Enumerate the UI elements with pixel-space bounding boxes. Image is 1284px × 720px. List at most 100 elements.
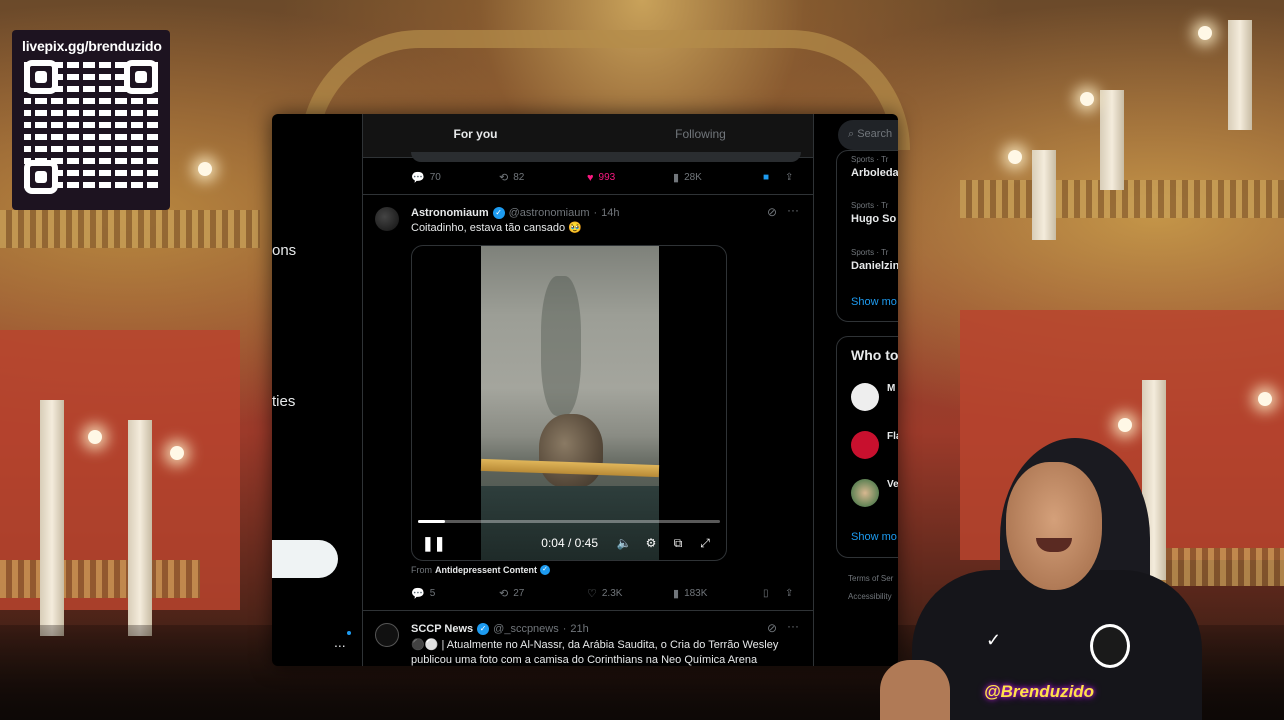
reply-count: 5: [429, 588, 436, 599]
share-icon[interactable]: ⇪: [785, 588, 793, 599]
column: [1228, 20, 1252, 130]
video-time: 0:04 / 0:45: [541, 536, 598, 550]
verified-badge-icon: ✓: [540, 565, 551, 575]
video-progress-fill: [418, 520, 446, 523]
views-icon: ▮: [673, 588, 680, 600]
post-button[interactable]: [272, 540, 338, 578]
dot-separator: ·: [562, 623, 567, 635]
pause-icon[interactable]: ❚❚: [422, 535, 445, 552]
left-lower-balcony: [0, 560, 200, 598]
dot-separator: ·: [593, 207, 598, 219]
qr-code[interactable]: [24, 60, 158, 194]
avatar[interactable]: [851, 479, 879, 507]
bookmark-icon[interactable]: ▯: [763, 588, 785, 599]
repost-button[interactable]: ⟲ 27: [499, 587, 587, 600]
qr-url-label: livepix.gg/brenduzido: [22, 38, 162, 54]
repost-icon: ⟲: [499, 172, 509, 184]
post-time[interactable]: 14h: [601, 207, 619, 219]
previous-post-media[interactable]: [411, 152, 801, 162]
author-name[interactable]: Astronomiaum: [411, 207, 489, 219]
video-source: From Antidepressent Content ✓: [411, 565, 551, 575]
views-icon: ▮: [673, 172, 680, 184]
trend-item[interactable]: Danielzin: [851, 260, 898, 272]
views-button[interactable]: ▮ 28K: [673, 171, 763, 184]
pip-icon[interactable]: ⧉: [667, 536, 689, 551]
reply-icon: 💬: [411, 588, 425, 600]
left-balcony: [0, 210, 260, 248]
column: [40, 400, 64, 636]
video-player[interactable]: ❚❚ 0:04 / 0:45 🔈 ⚙ ⧉ ⤢: [411, 245, 727, 561]
post-text: ⚫⚪ | Atualmente no Al-Nassr, da Arábia S…: [411, 639, 779, 666]
settings-icon[interactable]: ⚙: [640, 536, 662, 550]
view-count: 28K: [684, 172, 702, 183]
video-frame: [480, 246, 660, 560]
grok-icon[interactable]: ⊘: [767, 621, 777, 635]
reply-button[interactable]: 💬 70: [411, 171, 499, 184]
avatar[interactable]: [375, 207, 399, 231]
bookmark-filled-icon[interactable]: ■: [763, 172, 785, 183]
heart-filled-icon: ♥: [587, 171, 594, 184]
avatar[interactable]: [375, 623, 399, 647]
repost-count: 27: [513, 588, 525, 599]
trend-item[interactable]: Arboleda: [851, 167, 898, 179]
like-button[interactable]: ♥ 993: [587, 172, 673, 184]
search-input[interactable]: ⌕ Search: [838, 120, 898, 150]
post-text: Coitadinho, estava tão cansado 🥹: [411, 222, 582, 234]
wall-stain: [541, 276, 581, 416]
donation-qr-panel: livepix.gg/brenduzido: [12, 30, 170, 210]
trend-category: Sports · Tr: [851, 201, 889, 210]
suggestion-name[interactable]: M: [887, 383, 895, 394]
left-nav: ons ties ...: [272, 114, 363, 666]
verified-badge-icon: ✓: [477, 623, 490, 635]
tab-for-you[interactable]: For you: [363, 114, 588, 157]
account-more-icon[interactable]: ...: [334, 634, 346, 650]
column: [1100, 90, 1124, 190]
search-placeholder: Search: [857, 128, 893, 140]
post-header: SCCP News ✓ @_sccpnews · 21h: [411, 623, 589, 635]
nav-item-communities-2[interactable]: ties: [272, 393, 295, 410]
cat-image: [539, 414, 603, 488]
repost-button[interactable]: ⟲ 82: [499, 171, 587, 184]
author-handle[interactable]: @_sccpnews: [493, 623, 559, 635]
author-name[interactable]: SCCP News: [411, 623, 473, 635]
video-progress-bar[interactable]: [418, 520, 720, 523]
column: [1032, 150, 1056, 240]
trend-item[interactable]: Hugo So: [851, 213, 896, 225]
who-to-follow-title: Who to: [851, 347, 898, 363]
views-button[interactable]: ▮ 183K: [673, 587, 763, 600]
column: [128, 420, 152, 636]
mute-icon[interactable]: 🔈: [613, 536, 635, 550]
fullscreen-icon[interactable]: ⤢: [694, 536, 716, 551]
post-actions: 💬 5 ⟲ 27 ♡ 2.3K ▮ 183K ▯ ⇪: [411, 587, 801, 600]
reply-count: 70: [429, 172, 441, 183]
grok-icon[interactable]: ⊘: [767, 205, 777, 219]
reply-button[interactable]: 💬 5: [411, 587, 499, 600]
wall-light: [1258, 392, 1272, 406]
twitter-window: ons ties ... For you Following 💬 70 ⟲ 82 ♥…: [272, 114, 898, 666]
nav-item-communities[interactable]: ons: [272, 242, 296, 259]
repost-count: 82: [513, 172, 525, 183]
corinthians-crest-icon: [1090, 624, 1130, 668]
wall-light: [88, 430, 102, 444]
show-more-link[interactable]: Show mo: [851, 296, 897, 308]
streamer-face: [1006, 462, 1102, 590]
avatar[interactable]: [851, 383, 879, 411]
share-icon[interactable]: ⇪: [785, 172, 793, 183]
like-button[interactable]: ♡ 2.3K: [587, 587, 673, 600]
notification-dot: [347, 631, 351, 635]
heart-icon: ♡: [587, 588, 597, 600]
post-time[interactable]: 21h: [570, 623, 588, 635]
tab-following[interactable]: Following: [588, 114, 813, 157]
post-astronomiaum[interactable]: Astronomiaum ✓ @astronomiaum · 14h ⊘ ···…: [363, 194, 814, 610]
from-source-link[interactable]: Antidepressent Content: [435, 565, 537, 575]
more-options-icon[interactable]: ···: [787, 203, 799, 217]
more-options-icon[interactable]: ···: [787, 619, 799, 633]
author-handle[interactable]: @astronomiaum: [509, 207, 590, 219]
view-count: 183K: [684, 588, 708, 599]
streamer-tag: @Brenduzido: [984, 682, 1095, 701]
trends-panel: Sports · Tr Arboleda Sports · Tr Hugo So…: [836, 150, 898, 322]
avatar[interactable]: [851, 431, 879, 459]
post-sccp-news[interactable]: SCCP News ✓ @_sccpnews · 21h ⊘ ··· ⚫⚪ | …: [363, 610, 814, 666]
post-header: Astronomiaum ✓ @astronomiaum · 14h: [411, 207, 620, 219]
nike-logo-icon: ✓: [986, 630, 1002, 650]
